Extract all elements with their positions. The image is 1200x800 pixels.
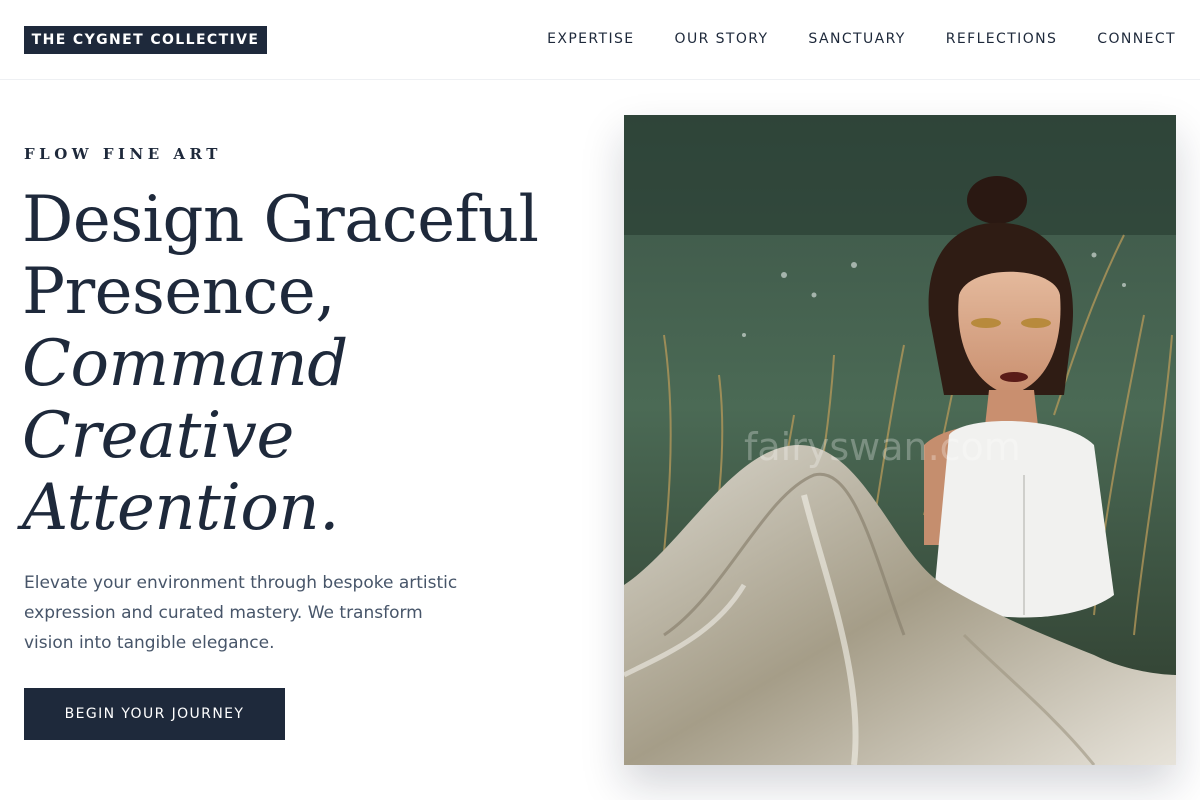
- nav-connect[interactable]: CONNECT: [1097, 29, 1176, 49]
- begin-journey-button[interactable]: BEGIN YOUR JOURNEY: [24, 688, 285, 740]
- main-nav: EXPERTISE OUR STORY SANCTUARY REFLECTION…: [547, 29, 1176, 49]
- nav-sanctuary[interactable]: SANCTUARY: [808, 29, 905, 49]
- site-header: THE CYGNET COLLECTIVE EXPERTISE OUR STOR…: [0, 0, 1200, 80]
- hero-photo: fairyswan.com: [624, 115, 1176, 765]
- hero-eyebrow: FLOW FINE ART: [24, 145, 222, 163]
- hero-description: Elevate your environment through bespoke…: [24, 573, 458, 653]
- nav-expertise[interactable]: EXPERTISE: [547, 29, 634, 49]
- nav-reflections[interactable]: REFLECTIONS: [946, 29, 1058, 49]
- hero-headline: Design Graceful Presence, Command Creati…: [22, 184, 602, 544]
- nav-our-story[interactable]: OUR STORY: [675, 29, 769, 49]
- photo-watermark: fairyswan.com: [744, 425, 1021, 469]
- brand-logo[interactable]: THE CYGNET COLLECTIVE: [24, 26, 267, 54]
- headline-line-2: Presence,: [22, 255, 336, 329]
- headline-line-4: Creative: [22, 399, 294, 473]
- headline-line-1: Design Graceful: [22, 183, 539, 257]
- headline-line-5: Attention.: [22, 471, 339, 545]
- headline-line-3: Command: [22, 327, 348, 401]
